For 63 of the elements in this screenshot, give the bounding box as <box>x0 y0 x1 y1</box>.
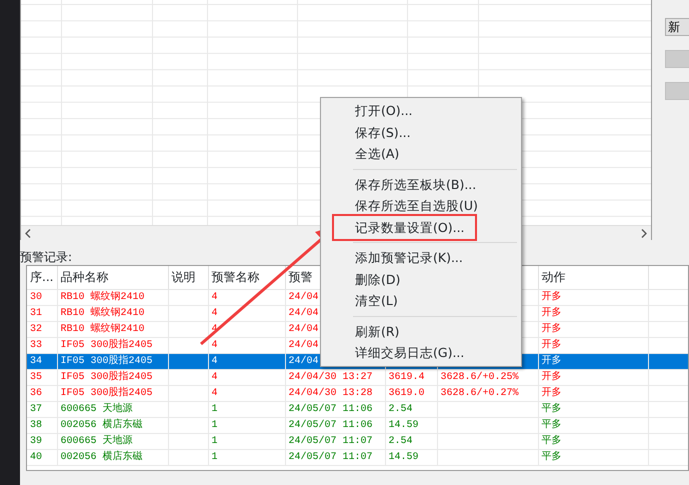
table-cell: 开多 <box>542 308 562 318</box>
table-cell: 开多 <box>542 372 562 382</box>
table-cell: 14.59 <box>388 452 419 462</box>
table-cell: 24/04 <box>288 308 319 318</box>
table-cell: 40 <box>30 452 42 462</box>
table-cell: IF05 300股指2405 <box>60 356 153 366</box>
table-cell: 24/05/07 11:06 <box>288 420 373 430</box>
table-cell: 4 <box>212 292 218 302</box>
table-cell: 35 <box>30 372 42 382</box>
table-cell: 30 <box>30 292 42 302</box>
table-cell: 38 <box>30 420 42 430</box>
table-cell: 34 <box>30 356 42 366</box>
table-cell: 33 <box>30 340 42 350</box>
table-cell: 3619.4 <box>388 372 425 382</box>
table-cell: 4 <box>212 356 218 366</box>
table-cell: 14.59 <box>388 420 419 430</box>
table-cell: 3619.0 <box>388 388 425 398</box>
table-cell: 31 <box>30 308 42 318</box>
table-cell: RB10 螺纹钢2410 <box>60 324 145 334</box>
table-cell: 3628.6/+0.25% <box>440 372 519 382</box>
table-cell: RB10 螺纹钢2410 <box>60 292 145 302</box>
table-cell: 开多 <box>542 340 562 350</box>
table-cell: RB10 螺纹钢2410 <box>60 308 145 318</box>
table-cell: 1 <box>212 436 218 446</box>
table-cell: 24/04 <box>288 356 319 366</box>
table-cell: 600665 天地源 <box>60 436 133 446</box>
table-cell: 4 <box>212 372 218 382</box>
table-cell: IF05 300股指2405 <box>60 340 153 350</box>
table-cell: 2.54 <box>388 436 413 446</box>
table-cell: 4 <box>212 308 218 318</box>
table-cell: 39 <box>30 436 42 446</box>
table-cell: 开多 <box>542 356 562 366</box>
table-cell: 平多 <box>542 452 562 462</box>
table-cell: 1 <box>212 452 218 462</box>
table-cell: 600665 天地源 <box>60 404 133 414</box>
table-cell: 24/05/07 11:07 <box>288 436 373 446</box>
table-cell: 24/04 <box>288 324 319 334</box>
table-cell: 24/04/30 13:28 <box>288 388 373 398</box>
table-cell: 平多 <box>542 404 562 414</box>
table-cell: 1 <box>212 420 218 430</box>
table-cell: IF05 300股指2405 <box>60 372 153 382</box>
table-cell: 002056 横店东磁 <box>60 452 143 462</box>
table-cell: 37 <box>30 404 42 414</box>
table-cell: 4 <box>212 388 218 398</box>
table-cell: 3628.6/+0.27% <box>440 388 519 398</box>
table-cell: 1 <box>212 404 218 414</box>
records-label: 预警记录: <box>20 249 72 265</box>
table-cell: 36 <box>30 388 42 398</box>
table-cell: 平多 <box>542 436 562 446</box>
table-cell: 2.54 <box>388 404 413 414</box>
table-cell: 24/04 <box>288 292 319 302</box>
table-cell: 24/05/07 11:07 <box>288 452 373 462</box>
table-cell: 开多 <box>542 388 562 398</box>
table-cell: 32 <box>30 324 42 334</box>
table-cell: 24/04 <box>288 340 319 350</box>
table-cell: 24/04/30 13:27 <box>288 372 373 382</box>
table-cell: IF05 300股指2405 <box>60 388 153 398</box>
table-cell: 平多 <box>542 420 562 430</box>
table-cell: 24/05/07 11:06 <box>288 404 373 414</box>
table-cell: 002056 横店东磁 <box>60 420 143 430</box>
table-cell: 4 <box>212 340 218 350</box>
table-cell: 开多 <box>542 324 562 334</box>
table-cell: 开多 <box>542 292 562 302</box>
